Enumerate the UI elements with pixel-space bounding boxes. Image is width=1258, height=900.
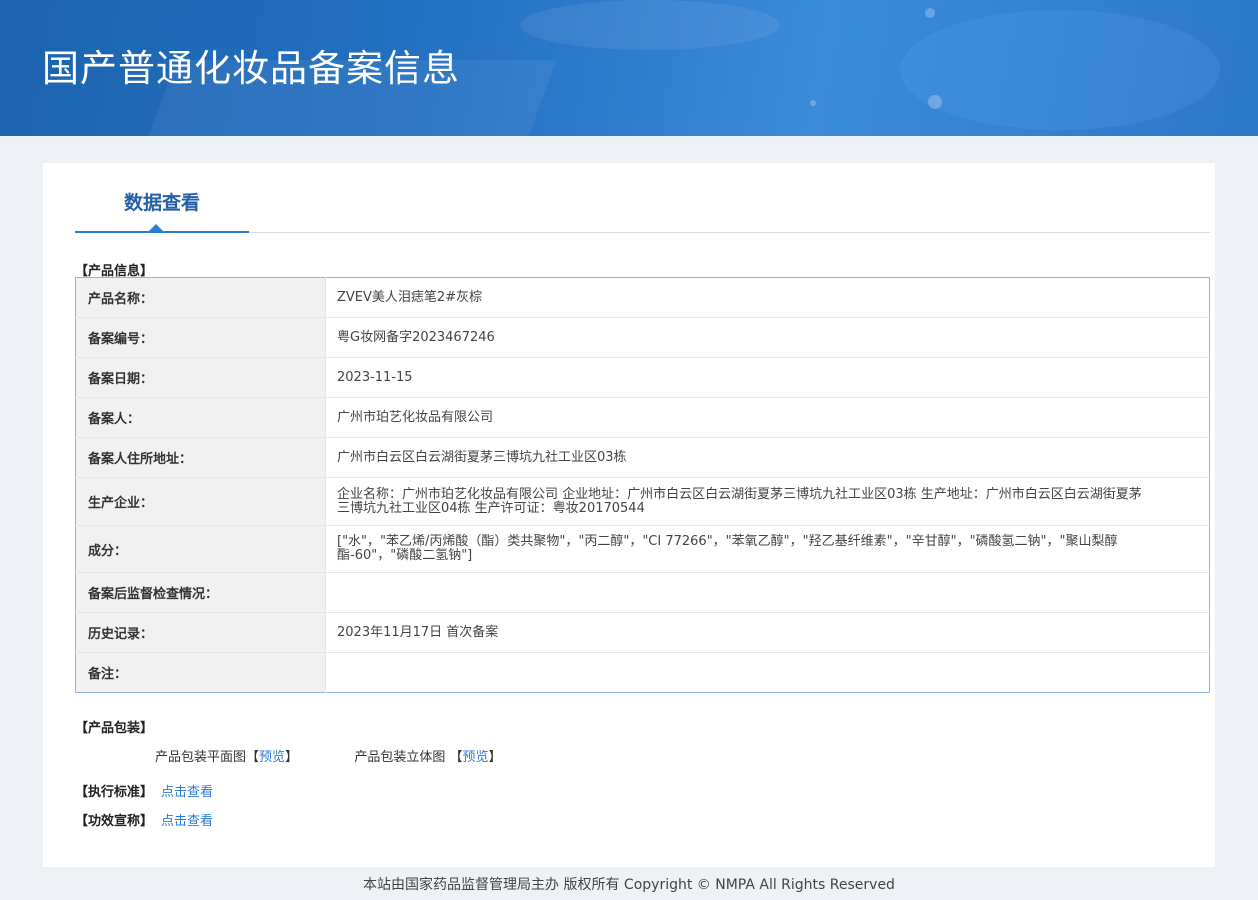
- row-key: 备案编号：: [75, 317, 326, 358]
- table-row: 备注：: [75, 652, 1210, 693]
- row-key: 备案人：: [75, 397, 326, 438]
- row-value: ZVEV美人泪痣笔2#灰棕: [325, 277, 1210, 318]
- active-tab-caret-icon: [149, 224, 163, 231]
- solid-image-label: 产品包装立体图 【: [354, 750, 463, 765]
- table-row: 备案日期： 2023-11-15: [75, 357, 1210, 398]
- banner-decoration: [928, 95, 942, 109]
- row-value: [326, 653, 1210, 693]
- row-key: 备注：: [75, 652, 326, 693]
- row-value: 企业名称：广州市珀艺化妆品有限公司 企业地址：广州市白云区白云湖街夏茅三博坑九社…: [325, 477, 1210, 526]
- banner-decoration: [810, 100, 816, 106]
- tab-data-view[interactable]: 数据查看: [75, 163, 249, 233]
- header-banner: 国产普通化妆品备案信息: [0, 0, 1258, 136]
- page-title: 国产普通化妆品备案信息: [42, 47, 460, 90]
- flat-image-preview-link[interactable]: 预览: [259, 750, 285, 765]
- table-row: 备案人住所地址： 广州市白云区白云湖街夏茅三博坑九社工业区03栋: [75, 437, 1210, 478]
- banner-decoration: [925, 8, 935, 18]
- section-title-packaging: 【产品包装】: [75, 721, 154, 736]
- row-key: 产品名称：: [75, 277, 326, 318]
- row-key: 成分：: [75, 525, 326, 573]
- row-value: 2023-11-15: [325, 357, 1210, 398]
- efficacy-label: 【功效宣称】: [75, 814, 154, 829]
- solid-image-preview-link[interactable]: 预览: [462, 750, 488, 765]
- row-value: 2023年11月17日 首次备案: [325, 612, 1210, 653]
- row-value: ["水"，"苯乙烯/丙烯酸（酯）类共聚物"，"丙二醇"，"CI 77266"，"…: [325, 525, 1210, 573]
- table-row: 备案后监督检查情况：: [75, 572, 1210, 613]
- row-key: 备案后监督检查情况：: [75, 572, 326, 613]
- table-row: 备案编号： 粤G妆网备字2023467246: [75, 317, 1210, 358]
- row-key: 备案日期：: [75, 357, 326, 398]
- row-key: 备案人住所地址：: [75, 437, 326, 478]
- standard-label: 【执行标准】: [75, 785, 154, 800]
- row-value: 广州市珀艺化妆品有限公司: [325, 397, 1210, 438]
- standard-row: 【执行标准】 点击查看: [75, 781, 213, 800]
- table-row: 产品名称： ZVEV美人泪痣笔2#灰棕: [75, 277, 1210, 318]
- content-card: 数据查看 【产品信息】 产品名称： ZVEV美人泪痣笔2#灰棕 备案编号： 粤G…: [43, 163, 1215, 867]
- bracket-close: 】: [285, 750, 299, 765]
- packaging-links: 产品包装平面图【预览】 产品包装立体图 【预览】: [155, 746, 502, 765]
- bracket-close: 】: [488, 750, 502, 765]
- table-row: 历史记录： 2023年11月17日 首次备案: [75, 612, 1210, 653]
- table-row: 生产企业： 企业名称：广州市珀艺化妆品有限公司 企业地址：广州市白云区白云湖街夏…: [75, 477, 1210, 526]
- efficacy-row: 【功效宣称】 点击查看: [75, 810, 213, 829]
- banner-decoration: [900, 10, 1220, 130]
- tab-label: 数据查看: [123, 192, 200, 214]
- row-value: 广州市白云区白云湖街夏茅三博坑九社工业区03栋: [325, 437, 1210, 478]
- tab-bar: 数据查看: [75, 163, 1210, 233]
- efficacy-view-link[interactable]: 点击查看: [161, 814, 213, 829]
- table-row: 成分： ["水"，"苯乙烯/丙烯酸（酯）类共聚物"，"丙二醇"，"CI 7726…: [75, 525, 1210, 573]
- row-key: 生产企业：: [75, 477, 326, 526]
- flat-image-label: 产品包装平面图【: [155, 750, 260, 765]
- banner-decoration: [520, 0, 780, 50]
- row-value: 粤G妆网备字2023467246: [325, 317, 1210, 358]
- product-info-table: 产品名称： ZVEV美人泪痣笔2#灰棕 备案编号： 粤G妆网备字20234672…: [75, 277, 1210, 693]
- row-value: [325, 572, 1210, 613]
- footer-copyright: 本站由国家药品监督管理局主办 版权所有 Copyright © NMPA All…: [363, 877, 895, 893]
- standard-view-link[interactable]: 点击查看: [161, 785, 213, 800]
- table-row: 备案人： 广州市珀艺化妆品有限公司: [75, 397, 1210, 438]
- row-key: 历史记录：: [75, 612, 326, 653]
